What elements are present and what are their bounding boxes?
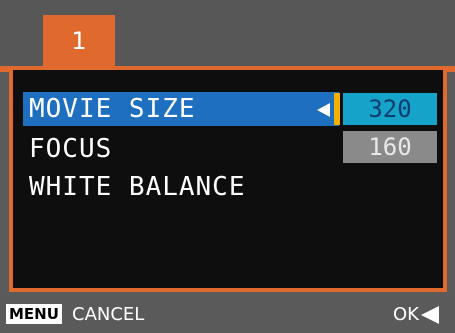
menu-panel: MOVIE SIZE FOCUS WHITE BALANCE 320 160 xyxy=(9,70,447,292)
option-160[interactable]: 160 xyxy=(343,131,437,163)
tab-label: 1 xyxy=(71,27,87,55)
option-value: 160 xyxy=(368,133,412,161)
menu-item-focus[interactable]: FOCUS xyxy=(29,132,112,166)
menu-item-label: MOVIE SIZE xyxy=(29,94,196,124)
menu-item-label: WHITE BALANCE xyxy=(29,172,246,202)
camera-menu-screen: 1 MOVIE SIZE FOCUS WHITE BALANCE 320 160… xyxy=(0,0,455,333)
cancel-label: CANCEL xyxy=(72,304,145,325)
ok-label: OK xyxy=(393,304,419,325)
ok-left-arrow-icon[interactable] xyxy=(421,306,439,324)
menu-item-label: FOCUS xyxy=(29,134,113,164)
tab-1[interactable]: 1 xyxy=(43,15,115,68)
menu-key-badge[interactable]: MENU xyxy=(6,304,62,324)
footer-bar: MENU CANCEL OK xyxy=(0,296,455,333)
menu-item-white-balance[interactable]: WHITE BALANCE xyxy=(29,170,246,204)
left-arrow-icon xyxy=(317,103,330,117)
menu-item-movie-size[interactable]: MOVIE SIZE xyxy=(23,92,339,126)
option-320[interactable]: 320 xyxy=(343,93,437,125)
option-value: 320 xyxy=(368,95,412,123)
selection-marker xyxy=(334,93,340,125)
